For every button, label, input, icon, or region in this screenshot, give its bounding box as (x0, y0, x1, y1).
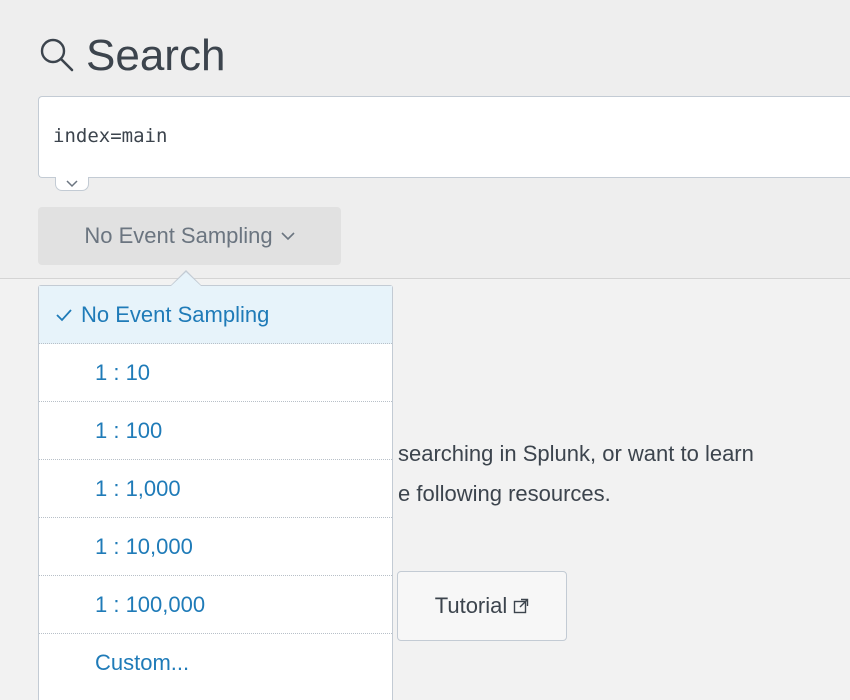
menu-item-label: 1 : 100,000 (95, 591, 206, 617)
search-box[interactable] (38, 96, 850, 178)
menu-item-label: 1 : 1,000 (95, 475, 181, 501)
help-text-line-1: searching in Splunk, or want to learn (398, 441, 754, 466)
event-sampling-label: No Event Sampling (84, 223, 273, 248)
dropdown-caret-fill (171, 272, 201, 286)
menu-item-1-10000[interactable]: 1 : 10,000 (39, 518, 392, 576)
menu-item-1-100000[interactable]: 1 : 100,000 (39, 576, 392, 634)
menu-item-custom[interactable]: Custom... (39, 634, 392, 692)
event-sampling-dropdown: No Event Sampling 1 : 10 1 : 100 1 : 1,0… (38, 285, 393, 700)
search-input[interactable] (53, 121, 813, 151)
external-link-icon (513, 598, 529, 614)
menu-item-1-1000[interactable]: 1 : 1,000 (39, 460, 392, 518)
expand-search-toggle[interactable] (55, 177, 89, 191)
chevron-down-icon (281, 231, 295, 241)
search-icon (38, 36, 78, 76)
menu-item-label: Custom... (95, 650, 190, 675)
menu-item-label: 1 : 100 (95, 417, 163, 443)
menu-item-label: 1 : 10 (95, 359, 151, 385)
tutorial-button[interactable]: Tutorial (397, 571, 567, 641)
help-text-line-2: e following resources. (398, 481, 611, 506)
menu-item-no-event-sampling[interactable]: No Event Sampling (39, 286, 392, 344)
menu-item-label: No Event Sampling (81, 301, 270, 327)
event-sampling-button[interactable]: No Event Sampling (38, 207, 341, 265)
menu-item-label: 1 : 10,000 (95, 533, 193, 559)
tutorial-label: Tutorial (434, 593, 508, 618)
page-title: Search (38, 28, 225, 84)
checkmark-icon (55, 308, 81, 322)
chevron-down-icon (65, 175, 79, 193)
page-title-text: Search (86, 31, 226, 80)
search-header-panel: Search No Event Sampling (0, 0, 850, 279)
menu-item-1-100[interactable]: 1 : 100 (39, 402, 392, 460)
menu-item-1-10[interactable]: 1 : 10 (39, 344, 392, 402)
